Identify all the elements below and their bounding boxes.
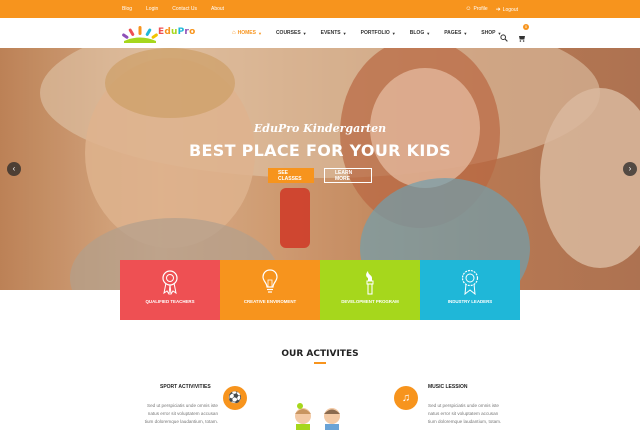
chevron-down-icon: ▼ [463, 30, 468, 36]
medal-icon [461, 269, 479, 295]
logo-letter: u [171, 27, 178, 37]
feature-development-program[interactable]: DEVELOPMENT PROGRAM [320, 260, 420, 320]
hero-title: BEST PLACE FOR YOUR KIDS [189, 141, 451, 160]
search-icon[interactable] [500, 29, 508, 42]
nav-pages-label: PAGES [444, 30, 462, 36]
activity-text-line: Sed ut perspiciatis unde omnis iste [428, 403, 499, 408]
learn-more-button[interactable]: LEARN MORE [324, 168, 372, 183]
chevron-down-icon: ▼ [342, 30, 347, 36]
logo-sun-icon [122, 26, 158, 43]
top-links: Blog Login Contact Us About [122, 0, 224, 18]
paint-brush-icon [366, 271, 374, 295]
header: EduPro ⌂ HOMES ▼ COURSES ▼ EVENTS ▼ PORTFOLI… [0, 18, 640, 48]
nav-shop-label: SHOP [481, 30, 496, 36]
activities-title: OUR ACTIVITES [281, 349, 359, 359]
hero-slider: EduPro Kindergarten BEST PLACE FOR YOUR … [0, 48, 640, 290]
award-ribbon-icon [162, 270, 178, 295]
cart-count-badge: 0 [523, 24, 529, 30]
main-nav: ⌂ HOMES ▼ COURSES ▼ EVENTS ▼ PORTFOLIO ▼ BLOG… [232, 18, 515, 48]
feature-label: CREATIVE ENVIROMENT [243, 299, 297, 304]
cart-icon[interactable]: 0 [518, 24, 529, 42]
chevron-down-icon: ▼ [302, 30, 307, 36]
chevron-down-icon: ▼ [391, 30, 396, 36]
feature-label: INDUSTRY LEADERS [447, 299, 493, 304]
activity-text-line: Sed ut perspiciatis unde omnis iste [147, 403, 218, 408]
home-icon: ⌂ [232, 30, 236, 36]
nav-portfolio-label: PORTFOLIO [360, 30, 390, 36]
slider-prev-arrow-icon[interactable]: ‹ [7, 162, 21, 176]
profile-label: Profile [473, 6, 488, 12]
top-link-login[interactable]: Login [146, 6, 158, 12]
logout-label: Logout [502, 6, 518, 13]
nav-blog-label: BLOG [409, 30, 425, 36]
football-icon[interactable]: ⚽ [223, 386, 247, 410]
nav-events[interactable]: EVENTS ▼ [321, 30, 347, 36]
account-links: ☺ Profile ➜ Logout [465, 0, 518, 18]
activity-title-sport: SPORT ACTIVIVITIES [160, 384, 211, 390]
kids-illustration [295, 403, 340, 430]
header-icons: 0 [500, 18, 529, 48]
logo[interactable]: EduPro [120, 24, 200, 44]
chevron-down-icon: ▼ [257, 30, 262, 36]
activity-text-music: Sed ut perspiciatis unde omnis iste natu… [428, 402, 508, 426]
feature-label: QUALIFIED TEACHERS [145, 299, 195, 304]
music-note-icon[interactable]: ♫ [394, 386, 418, 410]
activity-text-line: tium doloremque laudantium, totam. [428, 419, 502, 424]
logo-text: EduPro [158, 27, 195, 37]
see-classes-button[interactable]: SEE CLASSES [268, 168, 314, 183]
activity-text-line: natus error sit voluptatem accusan [428, 411, 499, 416]
top-link-contact[interactable]: Contact Us [172, 6, 197, 12]
nav-courses[interactable]: COURSES ▼ [276, 30, 307, 36]
activity-text-line: tium doloremque laudantium, totam. [144, 419, 218, 424]
slider-next-arrow-icon[interactable]: › [623, 162, 637, 176]
activity-text-line: natus error sit voluptatem accusan [147, 411, 218, 416]
feature-industry-leaders[interactable]: INDUSTRY LEADERS [420, 260, 520, 320]
profile-link[interactable]: ☺ Profile [465, 6, 487, 12]
title-underline [314, 362, 326, 364]
nav-blog[interactable]: BLOG ▼ [410, 30, 430, 36]
nav-events-label: EVENTS [320, 30, 341, 36]
top-bar: Blog Login Contact Us About ☺ Profile ➜ Lo… [0, 0, 640, 18]
feature-boxes: QUALIFIED TEACHERS CREATIVE ENVIROMENT D… [120, 260, 520, 320]
logo-letter: o [189, 27, 196, 37]
top-link-blog[interactable]: Blog [122, 6, 132, 12]
nav-shop[interactable]: SHOP ▼ [481, 30, 501, 36]
nav-portfolio[interactable]: PORTFOLIO ▼ [361, 30, 396, 36]
chevron-down-icon: ▼ [426, 30, 431, 36]
hero-buttons: SEE CLASSES LEARN MORE [0, 168, 640, 183]
logout-icon: ➜ [495, 6, 501, 13]
nav-pages[interactable]: PAGES ▼ [444, 30, 467, 36]
top-link-about[interactable]: About [211, 6, 224, 12]
logout-link[interactable]: ➜ Logout [496, 6, 518, 13]
nav-homes-label: HOMES [237, 30, 256, 36]
hero-subtitle: EduPro Kindergarten [253, 122, 387, 135]
activity-title-music: MUSIC LESSION [428, 384, 468, 390]
feature-label: DEVELOPMENT PROGRAM [341, 299, 399, 304]
feature-qualified-teachers[interactable]: QUALIFIED TEACHERS [120, 260, 220, 320]
feature-creative-environment[interactable]: CREATIVE ENVIROMENT [220, 260, 320, 320]
nav-homes[interactable]: ⌂ HOMES ▼ [232, 30, 262, 36]
user-icon: ☺ [465, 6, 472, 12]
page: Blog Login Contact Us About ☺ Profile ➜ Lo… [0, 0, 640, 430]
nav-courses-label: COURSES [275, 30, 301, 36]
lightbulb-icon [262, 269, 278, 293]
activity-text-sport: Sed ut perspiciatis unde omnis iste natu… [138, 402, 218, 426]
